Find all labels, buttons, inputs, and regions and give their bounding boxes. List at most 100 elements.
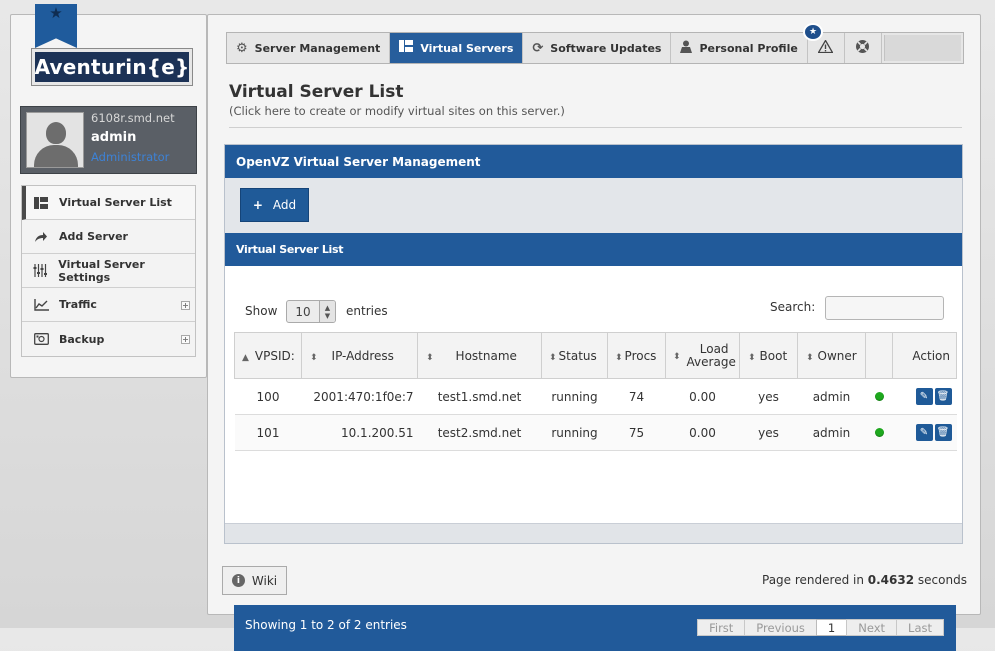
cell-status: running [541,378,608,415]
page-size-select[interactable]: 10 ▲ ▼ [286,300,336,323]
table-header-row: ▲ VPSID: ⬍ IP-Address ⬍ Hostname ⬍ Status ⬍ P… [234,332,957,379]
search-label: Search: [770,300,816,314]
sort-asc-icon: ▲ [242,352,249,363]
tab-personal-profile[interactable]: Personal Profile [671,33,808,63]
wiki-button-label: Wiki [251,573,278,588]
add-button[interactable]: + Add [240,188,309,222]
cell-vpsid: 101 [234,414,302,451]
cell-owner: admin [797,414,866,451]
column-header-load-average[interactable]: ⬍Load Average [665,332,740,379]
sidebar-item-add-server[interactable]: Add Server [22,220,195,254]
cell-indicator [865,414,893,451]
sidebar-nav: Virtual Server List Add Server Virtual S… [21,185,196,357]
delete-button[interactable]: 🗑 [934,388,952,405]
tab-label: Software Updates [550,41,662,55]
sort-icon: ⬍ [615,352,623,363]
render-prefix: Page rendered in [762,573,868,587]
tab-label: Virtual Servers [420,41,514,55]
user-host: 6108r.smd.net [91,111,175,125]
user-name: admin [91,130,137,145]
column-header-boot[interactable]: ⬍ Boot [739,332,798,379]
cell-procs: 75 [607,414,666,451]
add-button-label: Add [272,198,297,212]
table-row[interactable]: 101 10.1.200.51 test2.smd.net running 75… [234,414,957,451]
table-row[interactable]: 100 2001:470:1f0e:7 test1.smd.net runnin… [234,378,957,415]
notification-star-icon[interactable]: ★ [803,23,823,41]
table-footer: Showing 1 to 2 of 2 entries First Previo… [234,605,956,651]
sidebar-item-backup[interactable]: Backup + [22,322,195,356]
list-section-title: Virtual Server List [225,233,962,266]
sidebar-item-label: Add Server [59,230,128,243]
edit-button[interactable]: ✎ [915,424,933,441]
tab-support[interactable] [845,33,882,63]
wiki-button[interactable]: i Wiki [222,566,287,595]
cell-load: 0.00 [665,414,740,451]
sidebar-item-label: Traffic [59,298,97,311]
sidebar-item-label: Virtual Server Settings [58,257,145,284]
cell-hostname: test1.smd.net [417,378,542,415]
show-label: Show [245,304,278,318]
sidebar-item-virtual-server-settings[interactable]: Virtual Server Settings [22,254,195,288]
tabbar-search-area[interactable] [883,35,961,61]
column-header-status[interactable]: ⬍ Status [541,332,608,379]
lifebuoy-icon [855,39,870,57]
column-header-procs[interactable]: ⬍ Procs [607,332,666,379]
cell-load: 0.00 [665,378,740,415]
chart-icon [32,298,50,311]
sort-icon: ⬍ [748,352,756,363]
plus-icon: + [252,198,263,212]
tab-server-management[interactable]: ⚙ Server Management [227,33,391,63]
cell-vpsid: 100 [234,378,302,415]
column-header-vpsid[interactable]: ▲ VPSID: [234,332,302,379]
cell-status: running [541,414,608,451]
page-subtitle-link[interactable]: (Click here to create or modify virtual … [229,104,565,118]
list-area: Show 10 ▲ ▼ entries Search: ▲ VPSID: ⬍ IP-A… [225,266,962,651]
refresh-icon: ⟳ [532,40,544,56]
sidebar-item-traffic[interactable]: Traffic + [22,288,195,322]
render-suffix: seconds [914,573,967,587]
column-header-ip[interactable]: ⬍ IP-Address [301,332,418,379]
expand-icon[interactable]: + [181,301,190,310]
tab-software-updates[interactable]: ⟳ Software Updates [523,33,672,63]
user-icon [680,40,693,57]
cell-ip: 2001:470:1f0e:7 [301,378,418,415]
cell-indicator [865,378,893,415]
divider [229,127,962,128]
entries-label: entries [346,304,388,318]
cell-procs: 74 [607,378,666,415]
openvz-management-box: OpenVZ Virtual Server Management + Add V… [224,144,963,651]
sliders-icon [32,264,49,277]
cell-action: ✎ 🗑 [892,378,957,415]
tab-label: Server Management [254,41,381,55]
delete-button[interactable]: 🗑 [934,424,952,441]
list-icon [399,40,414,56]
sidebar-item-virtual-server-list[interactable]: Virtual Server List [22,186,195,220]
logo-text: Aventurin{e} [34,55,190,79]
star-icon: ★ [49,4,63,22]
cell-action: ✎ 🗑 [892,414,957,451]
logo[interactable]: Aventurin{e} [31,48,193,86]
sidebar-item-label: Backup [59,332,105,346]
column-header-hostname[interactable]: ⬍ Hostname [417,332,542,379]
page-size-value: 10 [295,304,311,319]
sidebar-item-label: Virtual Server List [59,196,172,209]
table-info: Showing 1 to 2 of 2 entries [245,618,407,632]
column-header-action: Action [892,332,957,379]
cell-hostname: test2.smd.net [417,414,542,451]
edit-button[interactable]: ✎ [915,388,933,405]
sort-icon: ⬍ [549,352,557,363]
render-time-info: Page rendered in 0.4632 seconds [762,573,967,587]
column-header-owner[interactable]: ⬍ Owner [797,332,866,379]
render-time: 0.4632 [867,573,915,587]
tab-virtual-servers[interactable]: Virtual Servers [390,33,524,63]
sort-icon: ⬍ [310,352,318,363]
user-role-link[interactable]: Administrator [91,150,169,164]
status-online-icon [874,427,884,437]
box-title: OpenVZ Virtual Server Management [225,145,962,178]
search-input[interactable] [825,296,944,320]
cell-boot: yes [739,414,798,451]
avatar [26,112,84,168]
expand-icon[interactable]: + [181,335,190,344]
info-icon: i [231,574,245,587]
top-tabbar: ⚙ Server Management Virtual Servers ⟳ So… [226,32,964,64]
